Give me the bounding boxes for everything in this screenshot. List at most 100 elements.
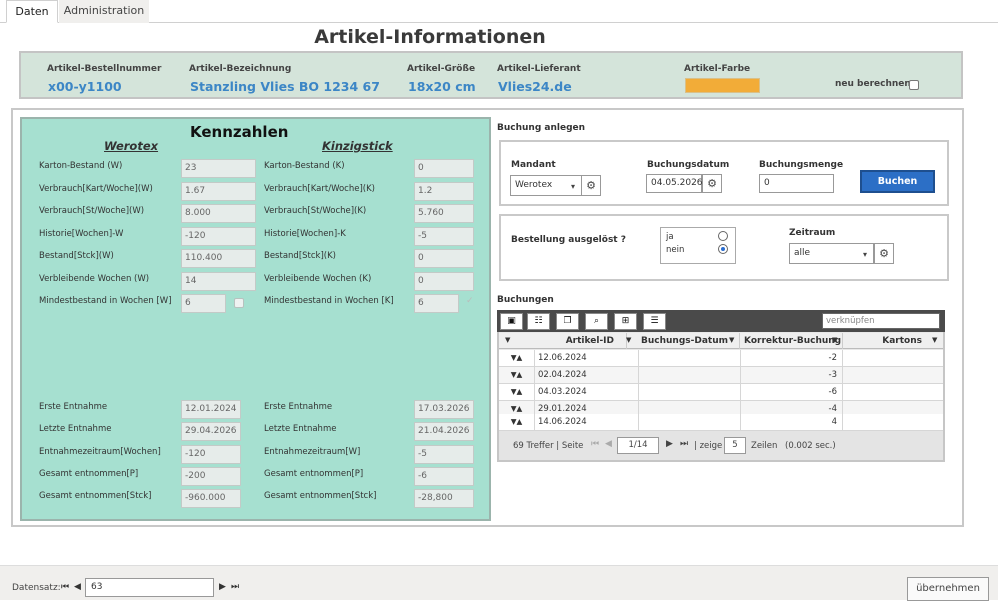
werotex-heading: Werotex	[104, 139, 159, 153]
table-row[interactable]: ▼▲ 04.03.2024 -6	[499, 384, 943, 401]
farbe-label: Artikel-Farbe	[684, 64, 751, 74]
buchungsdatum-input[interactable]: 04.05.2026	[646, 174, 703, 193]
grid-search-input[interactable]: verknüpfen	[822, 313, 940, 329]
karton-bestand-w-field: 23	[181, 159, 256, 178]
verbrauch-st-k-field: 5.760	[414, 204, 474, 223]
row-sort-icon[interactable]: ▼▲	[499, 350, 535, 366]
col-kartons[interactable]: Kartons	[844, 333, 924, 349]
zeitraum-select[interactable]: alle ▾	[789, 243, 874, 264]
buchungsmenge-input[interactable]: 0	[759, 174, 834, 193]
verbleibende-wochen-k-label: Verbleibende Wochen (K)	[264, 274, 372, 284]
copy-icon[interactable]: ❐	[556, 313, 579, 330]
bestellnummer-value: x00-y1100	[48, 79, 122, 94]
uebernehmen-button[interactable]: übernehmen	[907, 577, 989, 601]
table-row[interactable]: ▼▲ 14.06.2024 4	[499, 414, 943, 431]
buchungsdatum-label: Buchungsdatum	[647, 160, 730, 170]
col-korrektur-menu-icon[interactable]: ▼	[832, 336, 837, 344]
sort-arrow-icon[interactable]: ▼	[505, 336, 510, 344]
table-view-icon[interactable]: ⊞	[614, 313, 637, 330]
col-buchungs-datum[interactable]: Buchungs-Datum	[638, 333, 740, 349]
next-page-icon[interactable]: ▶	[666, 439, 673, 449]
page-title: Artikel-Informationen	[314, 26, 546, 48]
letzte-entnahme-w-label: Letzte Entnahme	[39, 424, 112, 434]
col-buchungs-datum-menu-icon[interactable]: ▼	[729, 336, 734, 344]
page-input[interactable]: 1/14	[617, 437, 659, 454]
mandant-select[interactable]: Werotex ▾	[510, 175, 582, 196]
bottom-bar: Datensatz: ⏮ ◀ 63 ▶ ⏭ übernehmen	[0, 565, 998, 601]
col-artikel-id[interactable]: Artikel-ID	[535, 333, 627, 349]
datum-gear-icon[interactable]: ⚙	[702, 174, 722, 193]
datensatz-label: Datensatz:	[12, 583, 61, 593]
kennzahlen-panel: Kennzahlen Werotex Kinzigstick Karton-Be…	[20, 117, 491, 521]
neu-berechnen-checkbox[interactable]	[909, 80, 919, 90]
mandant-gear-icon[interactable]: ⚙	[581, 175, 601, 196]
prev-record-icon[interactable]: ◀	[74, 582, 81, 592]
lieferant-label: Artikel-Lieferant	[497, 64, 581, 74]
entnahmezeitraum-k-field: -5	[414, 445, 474, 464]
prev-page-icon[interactable]: ◀	[605, 439, 612, 449]
zeitraum-gear-icon[interactable]: ⚙	[874, 243, 894, 264]
row-sort-icon[interactable]: ▼▲	[499, 367, 535, 383]
search-icon[interactable]: ⌕	[585, 313, 608, 330]
row-korrektur: -2	[741, 350, 843, 366]
row-date: 04.03.2024	[536, 384, 639, 400]
row-date: 12.06.2024	[536, 350, 639, 366]
last-page-icon[interactable]: ⏭	[680, 439, 688, 449]
verbrauch-kart-k-label: Verbrauch[Kart/Woche](K)	[264, 184, 375, 194]
radio-ja-label: ja	[666, 232, 674, 242]
row-sort-icon[interactable]: ▼▲	[499, 414, 535, 430]
export-icon[interactable]: ☷	[527, 313, 550, 330]
tab-daten[interactable]: Daten	[6, 0, 58, 23]
zeige-input[interactable]: 5	[724, 437, 746, 454]
row-sort-icon[interactable]: ▼▲	[499, 384, 535, 400]
row-empty	[639, 350, 741, 366]
radio-nein-label: nein	[666, 245, 685, 255]
first-record-icon[interactable]: ⏮	[61, 582, 69, 592]
letzte-entnahme-k-field: 21.04.2026	[414, 422, 474, 441]
col-kartons-menu-icon[interactable]: ▼	[932, 336, 937, 344]
erste-entnahme-k-field: 17.03.2026	[414, 400, 474, 419]
mandant-label: Mandant	[511, 160, 556, 170]
row-empty	[639, 384, 741, 400]
next-record-icon[interactable]: ▶	[219, 582, 226, 592]
gesamt-entnommen-p-k-field: -6	[414, 467, 474, 486]
mindestbestand-w-label: Mindestbestand in Wochen [W]	[39, 296, 172, 306]
col-korrektur-buchung[interactable]: Korrektur-Buchung	[741, 333, 843, 349]
col-artikel-id-menu-icon[interactable]: ▼	[626, 336, 631, 344]
list-view-icon[interactable]: ☰	[643, 313, 666, 330]
entnahmezeitraum-k-label: Entnahmezeitraum[W]	[264, 447, 361, 457]
gesamt-entnommen-stck-w-field: -960.000	[181, 489, 241, 508]
verbleibende-wochen-w-field: 14	[181, 272, 256, 291]
buchen-button[interactable]: Buchen	[860, 170, 935, 193]
zeige-label: | zeige	[694, 441, 723, 451]
row-korrektur: -6	[741, 384, 843, 400]
karton-bestand-w-label: Karton-Bestand (W)	[39, 161, 123, 171]
buchungen-title: Buchungen	[497, 295, 554, 305]
historie-w-label: Historie[Wochen]-W	[39, 229, 124, 239]
table-row[interactable]: ▼▲ 12.06.2024 -2	[499, 350, 943, 367]
mindestbestand-w-checkbox[interactable]	[234, 298, 244, 308]
verbrauch-kart-w-label: Verbrauch[Kart/Woche](W)	[39, 184, 153, 194]
radio-ja[interactable]	[718, 231, 728, 241]
article-header: Artikel-Bestellnummer x00-y1100 Artikel-…	[19, 51, 963, 99]
neu-berechnen-label: neu berechnen	[835, 79, 911, 89]
mandant-value: Werotex	[515, 180, 553, 190]
bestand-stck-k-field: 0	[414, 249, 474, 268]
entnahmezeitraum-w-label: Entnahmezeitraum[Wochen]	[39, 447, 161, 457]
datensatz-input[interactable]: 63	[85, 578, 214, 597]
chevron-down-icon: ▾	[862, 250, 867, 259]
row-date: 14.06.2024	[536, 414, 639, 430]
tab-administration[interactable]: Administration	[59, 0, 149, 23]
radio-nein[interactable]	[718, 244, 728, 254]
table-row[interactable]: ▼▲ 02.04.2024 -3	[499, 367, 943, 384]
last-record-icon[interactable]: ⏭	[231, 582, 239, 592]
gesamt-entnommen-stck-w-label: Gesamt entnommen[Stck]	[39, 491, 152, 501]
first-page-icon[interactable]: ⏮	[591, 439, 599, 449]
row-korrektur: 4	[741, 414, 843, 430]
add-record-icon[interactable]: ▣	[500, 313, 523, 330]
grid-footer: 69 Treffer | Seite ⏮ ◀ 1/14 ▶ ⏭ | zeige …	[499, 431, 943, 460]
verbrauch-st-w-field: 8.000	[181, 204, 256, 223]
mindestbestand-k-check-icon[interactable]: ✓	[466, 296, 474, 306]
kinzigstick-heading: Kinzigstick	[322, 139, 393, 153]
erste-entnahme-w-label: Erste Entnahme	[39, 402, 108, 412]
